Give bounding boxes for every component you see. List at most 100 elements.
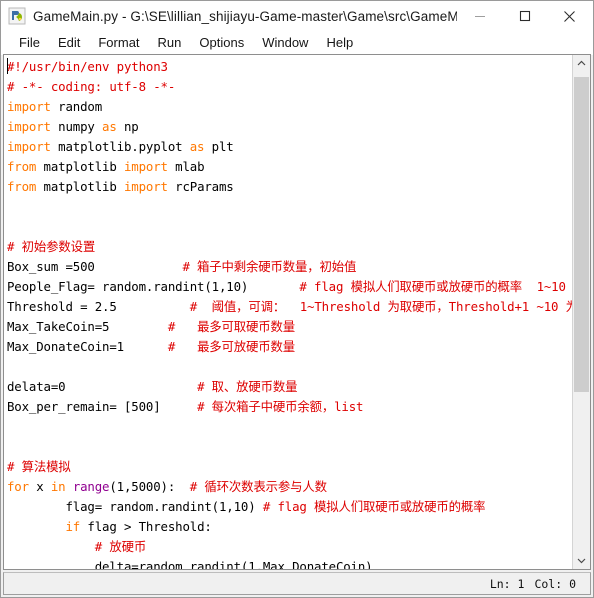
status-bar: Ln: 1 Col: 0 — [3, 572, 591, 595]
code-text-area[interactable]: #!/usr/bin/env python3 # -*- coding: utf-… — [4, 55, 572, 569]
code-line: # -*- coding: utf-8 -*- — [7, 77, 572, 97]
maximize-button[interactable] — [502, 2, 547, 31]
code-line: delata=0 # 取、放硬币数量 — [7, 377, 572, 397]
text-caret — [7, 58, 8, 74]
code-token: matplotlib — [36, 159, 124, 174]
vertical-scrollbar[interactable] — [572, 55, 590, 569]
menu-item-window[interactable]: Window — [253, 32, 317, 54]
minimize-icon — [474, 16, 485, 17]
menu-item-options[interactable]: Options — [190, 32, 253, 54]
code-token: delta=random.randint(1,Max_DonateCoin) — [7, 559, 373, 569]
editor-frame: #!/usr/bin/env python3 # -*- coding: utf-… — [3, 54, 591, 570]
code-token: plt — [204, 139, 234, 154]
code-token: Max_DonateCoin=1 — [7, 339, 168, 354]
menu-item-help[interactable]: Help — [317, 32, 362, 54]
code-token-kw: as — [102, 119, 117, 134]
code-token: delata=0 — [7, 379, 198, 394]
scroll-up-button[interactable] — [573, 55, 590, 72]
code-token: People_Flag= random.randint(1,10) — [7, 279, 300, 294]
code-token-kw: from — [7, 159, 37, 174]
line-number-indicator: Ln: 1 — [489, 576, 525, 591]
title-bar: GameMain.py - G:\SE\lillian_shijiayu-Gam… — [1, 1, 593, 32]
code-line: if flag > Threshold: — [7, 517, 572, 537]
code-token-cmt: # 最多可取硬币数量 — [167, 319, 295, 334]
code-token: Box_sum =500 — [7, 259, 183, 274]
code-token: numpy — [50, 119, 103, 134]
code-line: import random — [7, 97, 572, 117]
menu-item-edit[interactable]: Edit — [49, 32, 89, 54]
code-token-kw: as — [189, 139, 205, 154]
code-token-cmt: # -*- coding: utf-8 -*- — [7, 79, 176, 94]
code-line: Box_per_remain= [500] # 每次箱子中硬币余额，list — [7, 397, 572, 417]
code-token: Max_TakeCoin=5 — [7, 319, 168, 334]
code-token-kw: import — [123, 159, 168, 174]
code-token-kw: for — [7, 479, 29, 494]
code-line: for x in range(1,5000): # 循环次数表示参与人数 — [7, 477, 572, 497]
code-token-kw: import — [123, 179, 168, 194]
code-token: Threshold = 2.5 — [7, 299, 190, 314]
code-token-kw: import — [7, 99, 51, 114]
scrollbar-thumb[interactable] — [574, 77, 589, 392]
code-token-cmt: # flag 模拟人们取硬币或放硬币的概率 1~10 — [299, 279, 566, 294]
code-token-kw: if — [65, 519, 81, 534]
minimize-button[interactable] — [457, 2, 502, 31]
code-token: Box_per_remain= [500] — [7, 399, 198, 414]
chevron-up-icon — [577, 60, 586, 66]
python-idle-icon — [8, 7, 26, 25]
code-line: import numpy as np — [7, 117, 572, 137]
code-token: flag > Threshold: — [80, 519, 212, 534]
code-line: People_Flag= random.randint(1,10) # flag… — [7, 277, 572, 297]
code-token-cmt: # 最多可放硬币数量 — [167, 339, 295, 354]
code-token: (1,5000): — [109, 479, 190, 494]
code-token: mlab — [167, 159, 205, 174]
window-title: GameMain.py - G:\SE\lillian_shijiayu-Gam… — [33, 8, 457, 24]
code-token-cmt: #!/usr/bin/env python3 — [7, 59, 168, 74]
menu-item-run[interactable]: Run — [149, 32, 191, 54]
code-token-cmt: # 箱子中剩余硬币数量，初始值 — [182, 259, 357, 274]
code-token-cmt: # 循环次数表示参与人数 — [189, 479, 327, 494]
code-token-kw: in — [50, 479, 66, 494]
code-line: Threshold = 2.5 # 阈值，可调： 1~Threshold 为取硬… — [7, 297, 572, 317]
code-token-cmt: # 算法模拟 — [7, 459, 71, 474]
chevron-down-icon — [577, 558, 586, 564]
code-line: Box_sum =500 # 箱子中剩余硬币数量，初始值 — [7, 257, 572, 277]
code-token-kw: from — [7, 179, 37, 194]
code-line: import matplotlib.pyplot as plt — [7, 137, 572, 157]
code-line: # 算法模拟 — [7, 457, 572, 477]
code-token: np — [116, 119, 139, 134]
code-line: #!/usr/bin/env python3 — [7, 57, 572, 77]
code-token: flag= random.randint(1,10) — [7, 499, 263, 514]
close-button[interactable] — [547, 2, 592, 31]
code-token: matplotlib — [36, 179, 124, 194]
menu-item-format[interactable]: Format — [89, 32, 148, 54]
column-number-indicator: Col: 0 — [534, 576, 576, 591]
code-token-cmt: # 阈值，可调： 1~Threshold 为取硬币，Threshold+1 ~1… — [189, 299, 572, 314]
code-token: x — [28, 479, 51, 494]
code-line: # 初始参数设置 — [7, 237, 572, 257]
code-token-cmt: # 每次箱子中硬币余额，list — [197, 399, 364, 414]
code-line: # 放硬币 — [7, 537, 572, 557]
scroll-down-button[interactable] — [573, 552, 590, 569]
source-code: #!/usr/bin/env python3 # -*- coding: utf-… — [7, 57, 572, 569]
close-icon — [564, 10, 575, 22]
menu-bar: File Edit Format Run Options Window Help — [1, 32, 593, 55]
code-token: matplotlib.pyplot — [50, 139, 190, 154]
code-line: from matplotlib import mlab — [7, 157, 572, 177]
code-token-kw: import — [7, 139, 51, 154]
code-token: random — [50, 99, 103, 114]
menu-item-file[interactable]: File — [10, 32, 49, 54]
code-token: rcParams — [167, 179, 234, 194]
code-line: delta=random.randint(1,Max_DonateCoin) — [7, 557, 572, 569]
code-token-kw: import — [7, 119, 51, 134]
code-line: Max_TakeCoin=5 # 最多可取硬币数量 — [7, 317, 572, 337]
idle-editor-window: GameMain.py - G:\SE\lillian_shijiayu-Gam… — [0, 0, 594, 598]
code-line: Max_DonateCoin=1 # 最多可放硬币数量 — [7, 337, 572, 357]
code-line: from matplotlib import rcParams — [7, 177, 572, 197]
